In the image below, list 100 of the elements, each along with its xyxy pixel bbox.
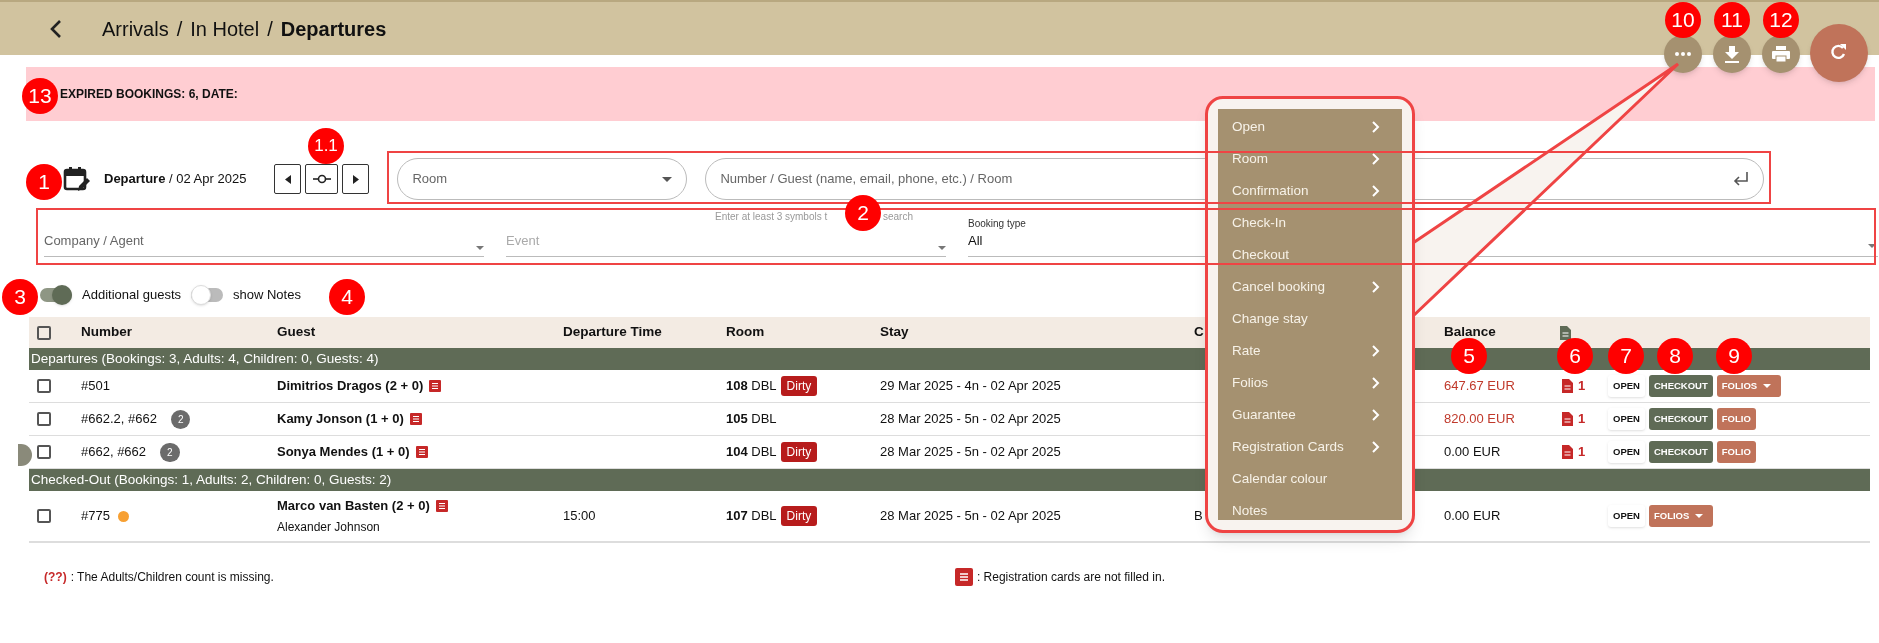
menu-item[interactable]: Room	[1218, 143, 1402, 175]
next-day-button[interactable]	[342, 164, 370, 194]
room-number: 105 DBL	[726, 410, 777, 429]
menu-item[interactable]: Guarantee	[1218, 399, 1402, 431]
breadcrumb-separator: /	[176, 16, 183, 42]
row-checkbox[interactable]	[37, 379, 51, 393]
balance-amount: 0.00 EUR	[1444, 507, 1502, 526]
breadcrumb-separator: /	[267, 16, 273, 42]
guest-name[interactable]: Marco van Basten (2 + 0)	[277, 496, 430, 516]
row-checkbox[interactable]	[37, 412, 51, 426]
menu-item[interactable]: Open	[1218, 111, 1402, 143]
previous-day-button[interactable]	[274, 164, 302, 194]
open-button[interactable]: OPEN	[1608, 505, 1645, 527]
annotation-badge: 1.1	[308, 128, 344, 164]
open-button[interactable]: OPEN	[1608, 441, 1645, 463]
missing-count-mark: (??)	[44, 569, 67, 586]
guest-name[interactable]: Dimitrios Dragos (2 + 0)	[277, 376, 424, 396]
balance-amount: 820.00 EUR	[1444, 410, 1516, 429]
toggle-switch[interactable]	[191, 288, 223, 302]
left-triangle-icon	[284, 174, 291, 184]
filter-placeholder: Company / Agent	[44, 231, 144, 250]
registration-card-icon	[409, 413, 422, 425]
room-status-badge: Dirty	[780, 506, 818, 526]
menu-item[interactable]: Folios	[1218, 367, 1402, 399]
breadcrumb-link[interactable]: Departures	[280, 13, 387, 44]
guest-name[interactable]: Kamy Jonson (1 + 0)	[277, 409, 404, 429]
room-status-badge: Dirty	[780, 442, 818, 462]
calendar-edit-icon[interactable]	[62, 165, 90, 193]
room-placeholder: Room	[412, 170, 448, 189]
checkout-button[interactable]: CHECKOUT	[1648, 375, 1713, 397]
booking-number: #775	[81, 507, 110, 526]
table-cell-text: B	[1194, 507, 1203, 526]
table-cell-text: 28 Mar 2025 - 5n - 02 Apr 2025	[880, 410, 1062, 429]
caret-down-icon	[1763, 384, 1772, 388]
open-button[interactable]: OPEN	[1608, 375, 1645, 397]
date-label: Departure / 02 Apr 2025	[104, 170, 247, 189]
menu-item[interactable]: Registration Cards	[1218, 431, 1402, 463]
folio-button[interactable]: FOLIO	[1716, 441, 1756, 463]
balance-amount: 0.00 EUR	[1444, 443, 1502, 462]
column-header: Guest	[277, 323, 316, 342]
menu-item[interactable]: Change stay	[1218, 303, 1402, 335]
menu-item[interactable]: Notes	[1218, 495, 1402, 527]
column-header: C	[1194, 323, 1204, 342]
right-triangle-icon	[352, 174, 359, 184]
today-button[interactable]	[305, 164, 339, 194]
count-badge: 2	[170, 409, 191, 429]
document-count: 1	[1578, 377, 1586, 396]
table-cell-text: 15:00	[563, 507, 597, 526]
dot-line-icon	[312, 174, 331, 184]
row-checkbox[interactable]	[37, 445, 51, 459]
table-cell-text: 29 Mar 2025 - 4n - 02 Apr 2025	[880, 377, 1062, 396]
filter-value: All	[968, 231, 984, 250]
filter-label: Booking type	[968, 216, 1026, 231]
folio-button[interactable]: FOLIO	[1716, 408, 1756, 430]
folios-button[interactable]: FOLIOS	[1648, 505, 1714, 527]
folios-button[interactable]: FOLIOS	[1716, 375, 1782, 397]
booking-number: #662.2, #662	[81, 410, 157, 429]
caret-down-icon	[1695, 514, 1704, 518]
count-badge: 2	[160, 442, 180, 462]
booking-number: #501	[81, 377, 110, 396]
document-count: 1	[1578, 443, 1586, 462]
document-icon	[1562, 412, 1573, 426]
annotation-badge: 1	[26, 164, 62, 200]
additional-guest: Alexander Johnson	[277, 518, 381, 536]
balance-amount: 647.67 EUR	[1444, 377, 1516, 396]
registration-card-icon	[435, 500, 448, 512]
guest-name[interactable]: Sonya Mendes (1 + 0)	[277, 442, 410, 462]
side-handle	[18, 444, 32, 466]
annotation-badge: 4	[329, 279, 365, 315]
row-checkbox[interactable]	[37, 509, 51, 523]
filter-select[interactable]: Company / Agent	[44, 217, 484, 257]
caret-down-icon	[1868, 244, 1876, 248]
breadcrumb-link[interactable]: In Hotel	[190, 13, 260, 44]
document-icon	[1562, 445, 1573, 459]
checkout-button[interactable]: CHECKOUT	[1648, 408, 1713, 430]
toggle-switch[interactable]	[40, 288, 72, 302]
room-number: 104 DBL	[726, 443, 777, 462]
annotation-badge: 3	[2, 279, 38, 315]
document-count: 1	[1578, 410, 1586, 429]
registration-card-icon	[415, 446, 428, 458]
enter-icon	[1733, 172, 1750, 186]
filter-placeholder: Event	[506, 231, 540, 250]
registration-card-icon	[954, 568, 973, 586]
document-icon	[1562, 379, 1573, 393]
breadcrumb-link[interactable]: Arrivals	[102, 13, 169, 44]
table-cell-text: 28 Mar 2025 - 5n - 02 Apr 2025	[880, 507, 1062, 526]
menu-item[interactable]: Confirmation	[1218, 175, 1402, 207]
menu-item[interactable]: Calendar colour	[1218, 463, 1402, 495]
open-button[interactable]: OPEN	[1608, 408, 1645, 430]
annotation-badge: 2	[845, 195, 881, 231]
checkout-button[interactable]: CHECKOUT	[1648, 441, 1713, 463]
room-number: 108 DBL	[726, 377, 777, 396]
select-all-checkbox[interactable]	[37, 325, 51, 340]
column-header: Room	[726, 323, 765, 342]
caret-down-icon	[476, 246, 484, 250]
table-cell-text: 28 Mar 2025 - 5n - 02 Apr 2025	[880, 443, 1062, 462]
banner-text: EXPIRED BOOKINGS: 6, DATE:	[60, 86, 238, 103]
document-icon	[1560, 325, 1571, 340]
menu-item[interactable]: Cancel booking	[1218, 271, 1402, 303]
legend-text: : The Adults/Children count is missing.	[70, 569, 274, 586]
